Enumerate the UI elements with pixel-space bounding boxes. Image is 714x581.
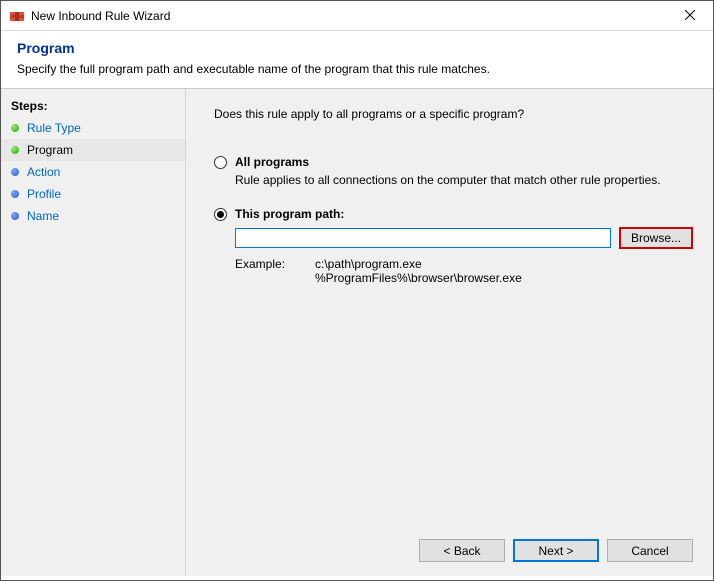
steps-sidebar: Steps: Rule Type Program Action Profile … xyxy=(1,89,185,576)
step-action[interactable]: Action xyxy=(1,161,185,183)
wizard-header: Program Specify the full program path an… xyxy=(1,31,713,88)
step-rule-type[interactable]: Rule Type xyxy=(1,117,185,139)
step-label: Profile xyxy=(27,187,61,201)
firewall-icon xyxy=(9,8,25,24)
wizard-footer: < Back Next > Cancel xyxy=(419,539,693,562)
step-program[interactable]: Program xyxy=(1,139,185,161)
option-program-path[interactable]: This program path: xyxy=(214,207,693,221)
steps-title: Steps: xyxy=(1,97,185,117)
step-current-icon xyxy=(11,146,19,154)
step-pending-icon xyxy=(11,168,19,176)
step-label: Program xyxy=(27,143,73,157)
example-label: Example: xyxy=(235,257,315,285)
close-icon xyxy=(685,9,695,23)
option-all-programs[interactable]: All programs xyxy=(214,155,693,169)
radio-all-programs[interactable] xyxy=(214,156,227,169)
browse-button[interactable]: Browse... xyxy=(619,227,693,249)
option-all-programs-desc: Rule applies to all connections on the c… xyxy=(235,173,693,187)
program-path-input[interactable] xyxy=(235,228,611,248)
option-program-path-label: This program path: xyxy=(235,207,344,221)
option-all-programs-label: All programs xyxy=(235,155,309,169)
back-button[interactable]: < Back xyxy=(419,539,505,562)
step-profile[interactable]: Profile xyxy=(1,183,185,205)
example-values: c:\path\program.exe %ProgramFiles%\brows… xyxy=(315,257,522,285)
step-pending-icon xyxy=(11,212,19,220)
page-title: Program xyxy=(17,40,697,56)
step-pending-icon xyxy=(11,190,19,198)
next-button[interactable]: Next > xyxy=(513,539,599,562)
window-close-button[interactable] xyxy=(667,1,713,31)
question-text: Does this rule apply to all programs or … xyxy=(214,107,693,121)
radio-program-path[interactable] xyxy=(214,208,227,221)
step-label: Name xyxy=(27,209,59,223)
step-name[interactable]: Name xyxy=(1,205,185,227)
page-subtitle: Specify the full program path and execut… xyxy=(17,62,697,76)
step-label: Rule Type xyxy=(27,121,81,135)
wizard-content: Does this rule apply to all programs or … xyxy=(185,89,713,576)
step-label: Action xyxy=(27,165,60,179)
window-title: New Inbound Rule Wizard xyxy=(31,9,667,23)
step-completed-icon xyxy=(11,124,19,132)
title-bar: New Inbound Rule Wizard xyxy=(1,1,713,31)
cancel-button[interactable]: Cancel xyxy=(607,539,693,562)
